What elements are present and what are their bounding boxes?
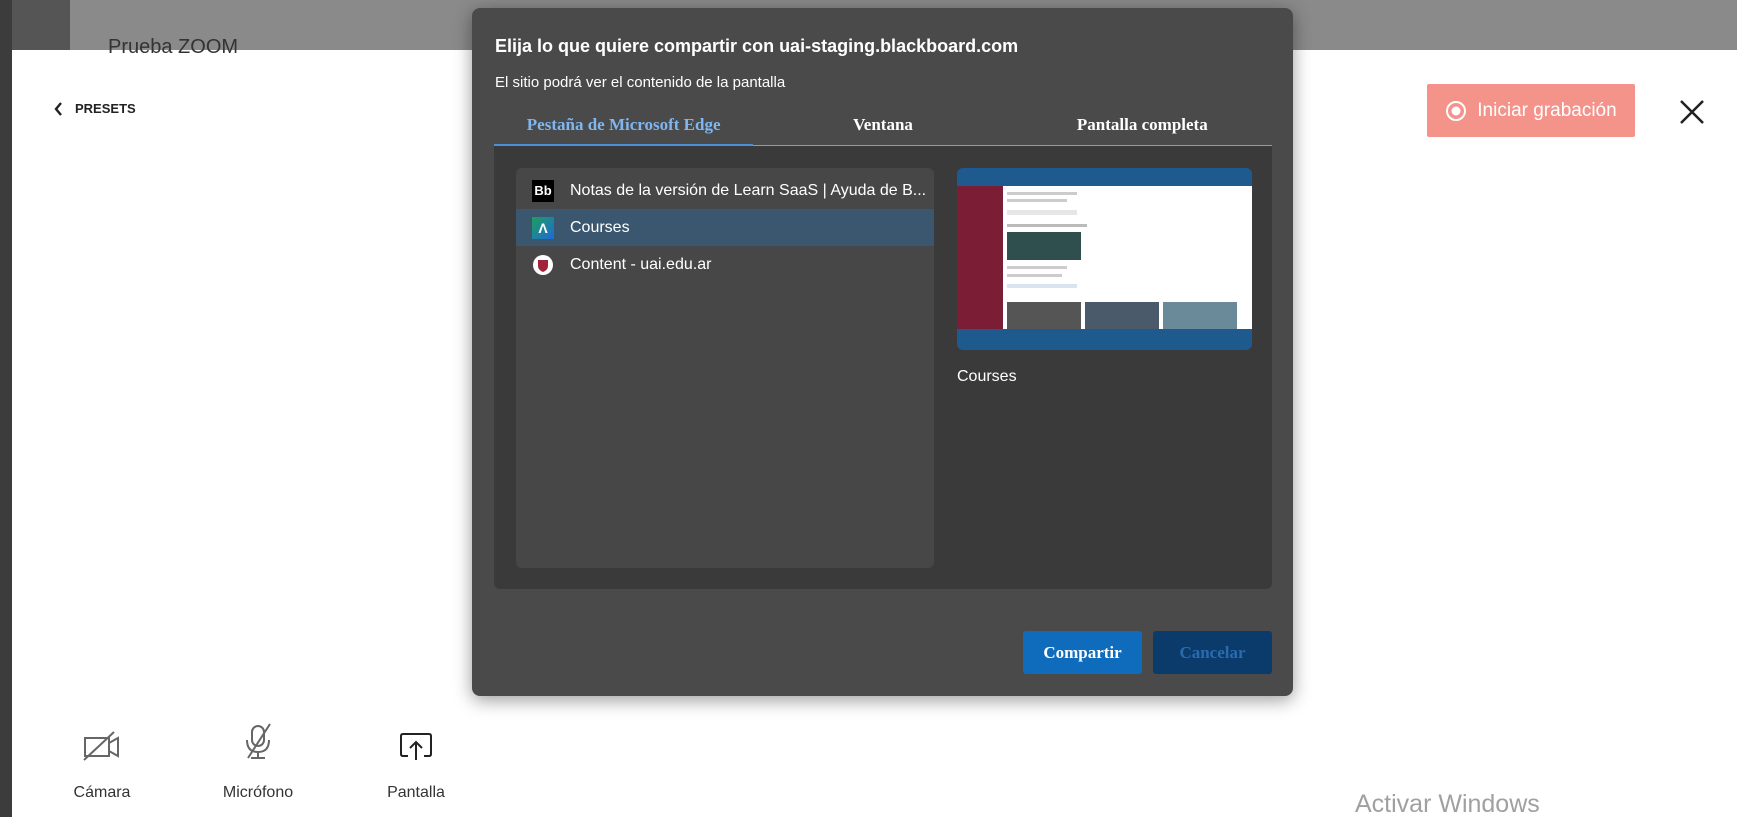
microphone-label: Micrófono <box>222 784 294 801</box>
window-title: Prueba ZOOM <box>108 36 239 58</box>
mic-off-icon <box>246 723 271 759</box>
tab-full-screen[interactable]: Pantalla completa <box>1013 104 1272 145</box>
share-screen-icon <box>400 733 432 760</box>
record-icon <box>1446 100 1467 121</box>
camera-label: Cámara <box>73 784 131 801</box>
browser-tab-list: Bb Notas de la versión de Learn SaaS | A… <box>516 168 934 568</box>
presets-back-button[interactable]: PRESETS <box>54 101 136 116</box>
screen-share-toggle[interactable]: Pantalla <box>356 718 476 802</box>
list-item-label: Courses <box>570 218 630 236</box>
left-window-edge <box>0 0 12 817</box>
list-item-label: Notas de la versión de Learn SaaS | Ayud… <box>570 181 927 199</box>
camera-off-icon <box>83 731 119 761</box>
windows-activation-watermark: Activar Windows <box>1355 790 1540 817</box>
list-item[interactable]: Bb Notas de la versión de Learn SaaS | A… <box>516 172 934 209</box>
share-source-tabs: Pestaña de Microsoft Edge Ventana Pantal… <box>494 104 1272 146</box>
list-item[interactable]: Content - uai.edu.ar <box>516 246 934 283</box>
microphone-toggle[interactable]: Micrófono <box>198 718 318 802</box>
camera-toggle[interactable]: Cámara <box>42 718 162 802</box>
close-icon[interactable] <box>1678 98 1706 126</box>
presets-label: PRESETS <box>75 101 136 116</box>
chevron-left-icon <box>54 101 62 116</box>
list-item[interactable]: Λ Courses <box>516 209 934 246</box>
screen: Prueba ZOOM PRESETS Iniciar grabación Cá… <box>0 0 1737 817</box>
screen-share-label: Pantalla <box>387 784 445 801</box>
uai-shield-icon <box>532 254 554 276</box>
share-button[interactable]: Compartir <box>1023 631 1142 674</box>
list-item-label: Content - uai.edu.ar <box>570 255 712 273</box>
tab-content-panel: Bb Notas de la versión de Learn SaaS | A… <box>494 146 1272 589</box>
blackboard-icon: Bb <box>532 179 554 202</box>
preview-label: Courses <box>957 368 1017 385</box>
start-recording-label: Iniciar grabación <box>1477 99 1617 121</box>
preview-sidebar <box>957 186 1003 329</box>
cancel-button[interactable]: Cancelar <box>1153 631 1272 674</box>
tab-preview-thumbnail <box>957 168 1252 350</box>
share-screen-dialog: Elija lo que quiere compartir con uai-st… <box>472 8 1293 696</box>
window-top-bar-tab <box>12 0 70 50</box>
start-recording-button[interactable]: Iniciar grabación <box>1427 84 1635 137</box>
courses-icon: Λ <box>532 216 554 239</box>
preview-page <box>957 186 1252 329</box>
dialog-subtitle: El sitio podrá ver el contenido de la pa… <box>495 74 786 91</box>
dialog-title: Elija lo que quiere compartir con uai-st… <box>495 36 1019 56</box>
tab-window[interactable]: Ventana <box>753 104 1012 145</box>
tab-edge-tab[interactable]: Pestaña de Microsoft Edge <box>494 104 754 146</box>
